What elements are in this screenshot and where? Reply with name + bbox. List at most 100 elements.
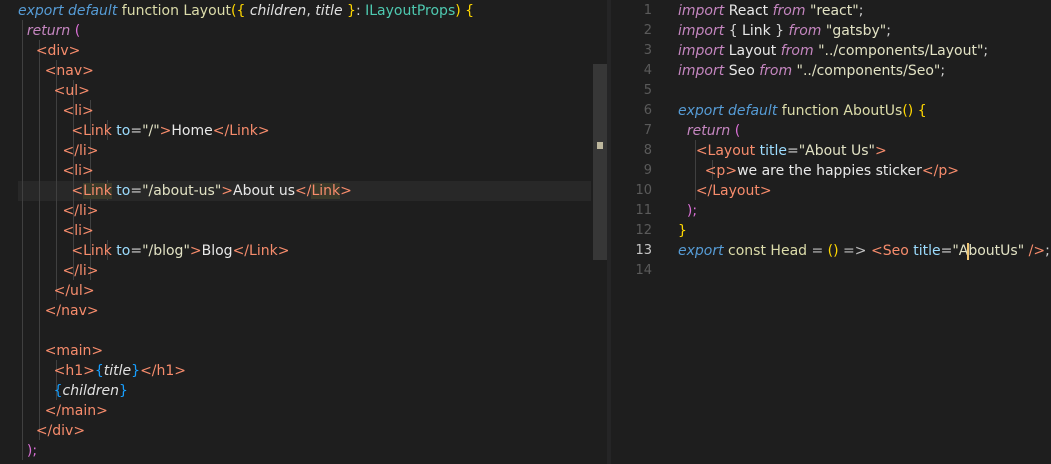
code-line[interactable]: </ul>: [0, 281, 607, 301]
code-token: <Layout: [695, 143, 760, 159]
code-line[interactable]: </div>: [0, 421, 607, 441]
code-line-text: export default function Layout({ childre…: [18, 1, 474, 21]
code-line-text: </nav>: [18, 301, 99, 321]
code-token: children: [62, 383, 120, 399]
code-line-text: </Layout>: [678, 181, 772, 201]
code-line-text: </div>: [18, 421, 85, 441]
code-line[interactable]: return (: [0, 21, 607, 41]
code-line[interactable]: <h1>{title}</h1>: [0, 361, 607, 381]
code-token: Link: [83, 183, 112, 199]
code-line[interactable]: </li>: [0, 201, 607, 221]
code-line-text: </li>: [18, 201, 99, 221]
code-token: );: [26, 443, 38, 459]
code-token: <Link: [71, 243, 117, 259]
code-line[interactable]: </li>: [0, 261, 607, 281]
code-line[interactable]: <main>: [0, 341, 607, 361]
code-line[interactable]: 7 return (: [611, 121, 1051, 141]
code-line[interactable]: </nav>: [0, 301, 607, 321]
code-token: }: [678, 223, 687, 239]
code-line[interactable]: );: [0, 441, 607, 461]
code-line-text: import { Link } from "gatsby";: [678, 21, 891, 41]
code-line[interactable]: export default function Layout({ childre…: [0, 1, 607, 21]
line-number: 2: [643, 23, 652, 38]
line-number: 11: [635, 203, 652, 218]
code-line[interactable]: 5: [611, 81, 1051, 101]
code-line[interactable]: 12}: [611, 221, 1051, 241]
code-line[interactable]: 3 import Layout from "../components/Layou…: [611, 41, 1051, 61]
code-line-text: <Link to="/">Home</Link>: [18, 121, 269, 141]
code-line[interactable]: <nav>: [0, 61, 607, 81]
code-line[interactable]: [0, 321, 607, 341]
code-token: Layout: [183, 3, 231, 19]
code-line[interactable]: <li>: [0, 221, 607, 241]
right-editor-pane[interactable]: 1 import React from "react"; 2 import { Lin…: [611, 0, 1051, 464]
code-token: "../components/Layout": [818, 43, 984, 59]
code-line-text: <main>: [18, 341, 103, 361]
code-line[interactable]: {children}: [0, 381, 607, 401]
code-line-text: import Seo from "../components/Seo";: [678, 61, 945, 81]
line-number: 4: [643, 63, 652, 78]
code-token: ({: [231, 3, 250, 19]
line-number: 12: [635, 223, 652, 238]
code-line[interactable]: 10 </Layout>: [611, 181, 1051, 201]
code-line[interactable]: 8 <Layout title="About Us">: [611, 141, 1051, 161]
code-token: from: [772, 3, 810, 19]
code-line-text: <Link to="/about-us">About us</Link>: [18, 181, 352, 201]
code-line[interactable]: 13 export const Head = () => <Seo title="…: [611, 241, 1051, 261]
code-line[interactable]: 1 import React from "react";: [611, 1, 1051, 21]
code-token: <nav>: [44, 63, 94, 79]
code-token: </div>: [35, 423, 86, 439]
code-token: export default: [18, 3, 122, 19]
code-token: :: [355, 3, 366, 19]
code-line[interactable]: 14: [611, 261, 1051, 281]
code-line[interactable]: 4 import Seo from "../components/Seo";: [611, 61, 1051, 81]
code-line[interactable]: <ul>: [0, 81, 607, 101]
code-token: <: [71, 183, 84, 199]
code-token: to: [116, 243, 131, 259]
code-token: >: [340, 183, 352, 199]
code-token: }: [131, 363, 141, 379]
code-token: </h1>: [140, 363, 187, 379]
code-token: import: [678, 43, 729, 59]
code-token: AboutUs: [843, 103, 903, 119]
code-token: <li>: [62, 103, 94, 119]
code-token: (: [730, 123, 741, 139]
code-line-text: <li>: [18, 161, 94, 181]
code-line[interactable]: 2 import { Link } from "gatsby";: [611, 21, 1051, 41]
code-line[interactable]: <Link to="/">Home</Link>: [0, 121, 607, 141]
code-line[interactable]: </li>: [0, 141, 607, 161]
code-line[interactable]: 9 <p>we are the happies sticker</p>: [611, 161, 1051, 181]
code-line[interactable]: 6 export default function AboutUs() {: [611, 101, 1051, 121]
code-line[interactable]: </main>: [0, 401, 607, 421]
line-number: 8: [643, 143, 652, 158]
left-editor-pane[interactable]: export default function Layout({ childre…: [0, 0, 607, 464]
code-token: About us: [233, 183, 296, 199]
code-token: ILayoutProps: [365, 3, 456, 19]
code-token: from: [780, 43, 819, 59]
code-token: import: [678, 63, 729, 79]
code-line[interactable]: <li>: [0, 161, 607, 181]
code-line[interactable]: <div>: [0, 41, 607, 61]
code-token: <li>: [62, 163, 94, 179]
code-token: export: [678, 243, 729, 259]
code-token: Home: [171, 123, 213, 139]
code-line[interactable]: <li>: [0, 101, 607, 121]
code-line[interactable]: 11 );: [611, 201, 1051, 221]
code-token: import: [678, 3, 729, 19]
code-line[interactable]: <Link to="/blog">Blog</Link>: [0, 241, 607, 261]
code-token: ,: [306, 3, 316, 19]
code-token: <p>: [704, 163, 738, 179]
code-line[interactable]: <Link to="/about-us">About us</Link>: [0, 181, 607, 201]
scrollbar-thumb[interactable]: [593, 64, 607, 260]
code-token: {: [53, 383, 63, 399]
